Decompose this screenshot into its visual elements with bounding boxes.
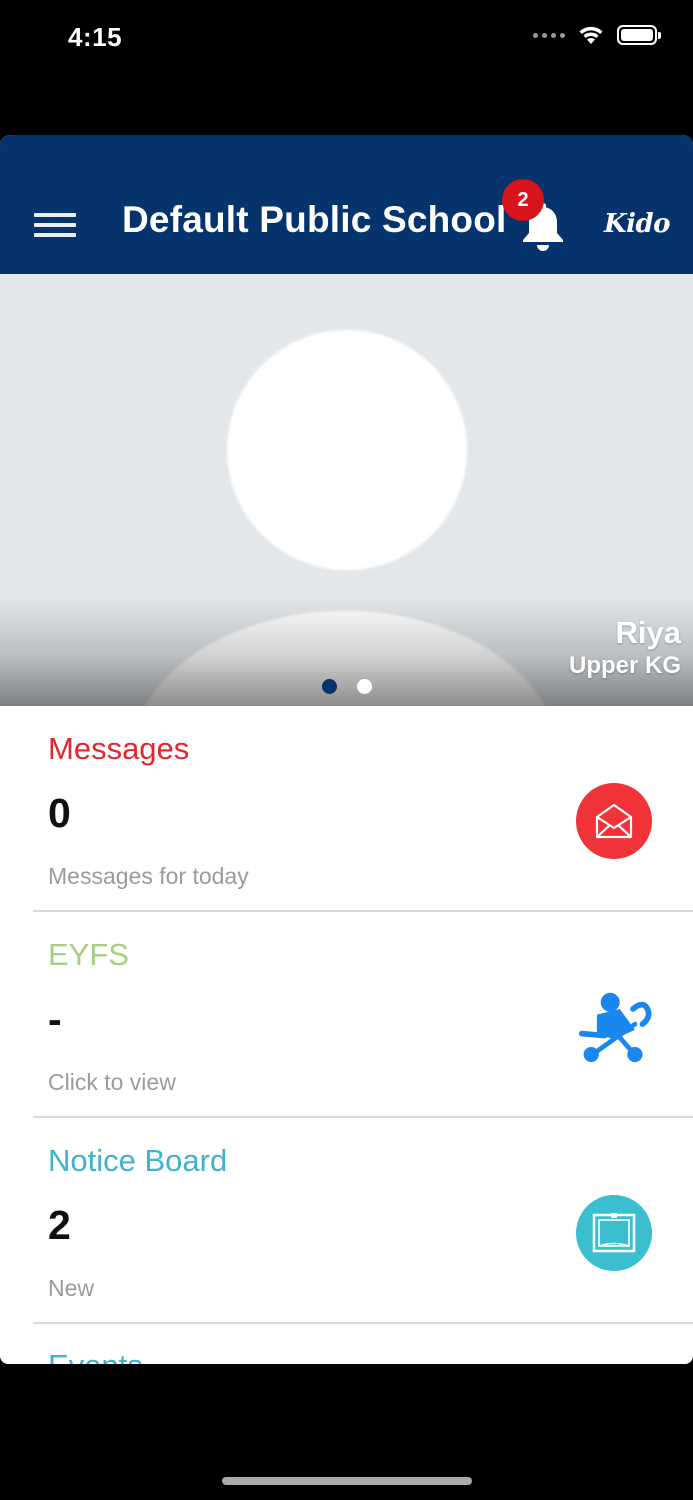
school-title: Default Public School [122,199,507,240]
card-title: EYFS [48,937,129,972]
status-time: 4:15 [68,22,123,52]
battery-icon [617,25,661,45]
notification-badge: 2 [502,179,544,221]
events-card[interactable]: Events [33,1324,693,1364]
eyfs-card[interactable]: EYFS - Click to view [33,912,693,1118]
app-header: Default Public School 2 Kido [0,135,693,274]
card-title: Notice Board [48,1143,228,1178]
card-subtitle: New [48,1275,95,1301]
envelope-icon [576,783,652,859]
notice-board-icon [576,1195,652,1271]
card-title: Messages [48,731,190,766]
child-name: Riya [615,615,681,650]
child-profile-carousel[interactable]: Riya Upper KG [0,274,693,706]
card-subtitle: Messages for today [48,863,249,889]
child-class: Upper KG [568,652,681,679]
card-value: 2 [48,1202,71,1248]
dashboard-cards: Messages 0 Messages for today EYFS - Cli… [0,706,693,1364]
avatar-placeholder-head [227,330,467,570]
card-title: Events [48,1348,143,1364]
card-value: - [48,996,62,1042]
carousel-pager [322,679,372,694]
card-subtitle: Click to view [48,1069,176,1095]
pager-dot-1[interactable] [322,679,337,694]
notice-board-card[interactable]: Notice Board 2 New [33,1118,693,1324]
notifications-button[interactable]: 2 [502,179,570,253]
kido-logo: Kido [604,209,671,239]
status-icons [533,24,661,46]
wifi-icon [579,26,603,44]
status-bar: 4:15 [0,0,693,80]
home-indicator[interactable] [222,1477,472,1485]
app-screen: Default Public School 2 Kido Riya Upper … [0,135,693,1364]
messages-card[interactable]: Messages 0 Messages for today [33,706,693,912]
stroller-icon [576,989,652,1065]
cellular-signal-icon [533,32,565,38]
card-value: 0 [48,790,71,836]
pager-dot-2[interactable] [357,679,372,694]
hamburger-menu-icon[interactable] [34,213,76,237]
